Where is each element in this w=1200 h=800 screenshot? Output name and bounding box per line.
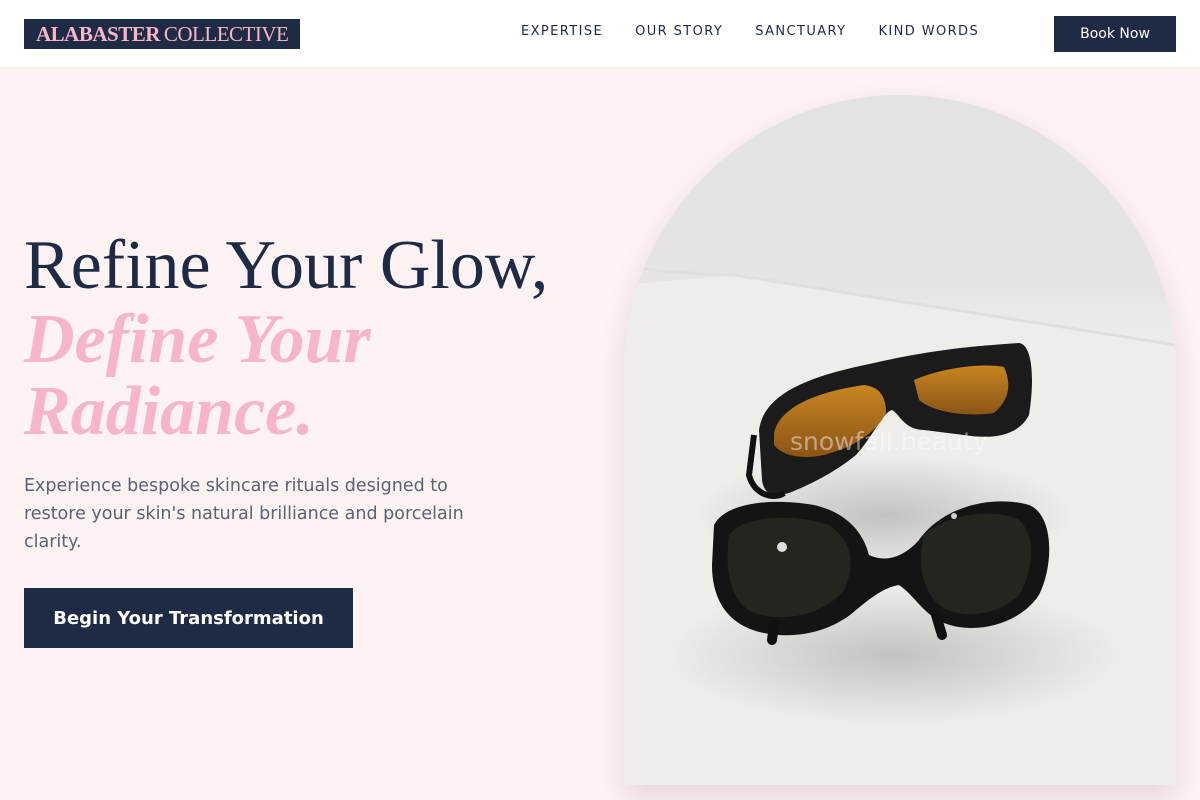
image-watermark: snowfall.beauty	[790, 427, 988, 456]
brand-name-secondary: COLLECTIVE	[163, 21, 289, 46]
hero-description: Experience bespoke skincare rituals desi…	[24, 476, 464, 552]
book-now-button[interactable]: Book Now	[1054, 16, 1176, 52]
brand-logo[interactable]: ALABASTER COLLECTIVE	[24, 19, 301, 49]
main-nav: EXPERTISE OUR STORY SANCTUARY KIND WORDS	[521, 24, 1011, 39]
hero-headline-accent: Define Your Radiance.	[24, 301, 371, 450]
nav-link-kind-words[interactable]: KIND WORDS	[878, 24, 979, 39]
brand-name-primary: ALABASTER	[36, 21, 160, 46]
nav-link-expertise[interactable]: EXPERTISE	[521, 24, 603, 39]
nav-link-sanctuary[interactable]: SANCTUARY	[755, 24, 846, 39]
nav-link-our-story[interactable]: OUR STORY	[635, 24, 723, 39]
begin-transformation-button[interactable]: Begin Your Transformation	[24, 588, 353, 648]
hero-image-arch: snowfall.beauty	[624, 95, 1176, 785]
hero-headline: Refine Your Glow,	[24, 227, 549, 304]
site-header: ALABASTER COLLECTIVE EXPERTISE OUR STORY…	[0, 0, 1200, 68]
